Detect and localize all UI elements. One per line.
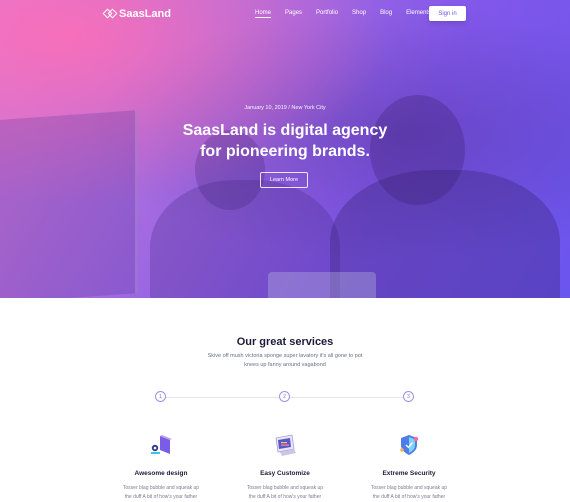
security-icon: [400, 435, 419, 455]
service-description-line: Tosser blag bubble and squeak up: [122, 485, 200, 491]
hero-headline: SaasLand is digital agency for pioneerin…: [0, 120, 570, 162]
customize-icon: [275, 434, 296, 456]
service-description-line: the duff A bit of how's your father: [124, 494, 198, 500]
learn-more-button[interactable]: Learn More: [260, 172, 308, 188]
service-description-line: the duff A bit of how's your father: [248, 494, 322, 500]
hero-date-location: January 10, 2019 / New York City: [244, 105, 326, 111]
service-description-line: the duff A bit of how's your father: [372, 494, 446, 500]
hero-headline-line: for pioneering brands.: [200, 143, 370, 160]
hero-photo-laptop: [268, 272, 376, 298]
service-description: Tosser blag bubble and squeak up the duf…: [344, 484, 474, 502]
logo-text: SaasLand: [119, 8, 171, 20]
logo-icon: [102, 8, 118, 19]
nav-item-portfolio[interactable]: Portfolio: [316, 10, 338, 18]
services-title: Our great services: [236, 336, 334, 348]
sign-in-button[interactable]: Sign in: [429, 6, 466, 21]
step-marker: 2: [279, 391, 290, 402]
nav-item-pages[interactable]: Pages: [285, 10, 302, 18]
nav-item-blog[interactable]: Blog: [380, 10, 392, 18]
step-marker: 3: [403, 391, 414, 402]
top-navigation: SaasLand Home Pages Portfolio Shop Blog …: [0, 0, 570, 30]
service-description-line: Tosser blag bubble and squeak up: [246, 485, 324, 491]
service-description-line: Tosser blag bubble and squeak up: [370, 485, 448, 491]
services-subtitle-line: Skive off mush victoria sponge super lav…: [207, 353, 363, 359]
design-icon: [151, 435, 172, 454]
service-title-easy-customize: Easy Customize: [260, 470, 310, 477]
step-marker: 1: [155, 391, 166, 402]
services-subtitle-line: knees up fanny around vagabond: [244, 362, 326, 368]
nav-item-home[interactable]: Home: [255, 10, 272, 18]
service-description: Tosser blag bubble and squeak up the duf…: [96, 484, 226, 502]
nav-item-elements[interactable]: Elements: [406, 10, 431, 18]
service-description: Tosser blag bubble and squeak up the duf…: [220, 484, 350, 502]
logo[interactable]: SaasLand: [102, 8, 171, 20]
service-title-extreme-security: Extreme Security: [382, 470, 436, 477]
main-menu: Home Pages Portfolio Shop Blog Elements: [255, 10, 431, 18]
hero-headline-line: SaasLand is digital agency: [182, 122, 388, 139]
services-subtitle: Skive off mush victoria sponge super lav…: [0, 352, 570, 370]
nav-item-shop[interactable]: Shop: [352, 10, 366, 18]
service-title-awesome-design: Awesome design: [134, 470, 188, 477]
hero-section: SaasLand Home Pages Portfolio Shop Blog …: [0, 0, 570, 298]
